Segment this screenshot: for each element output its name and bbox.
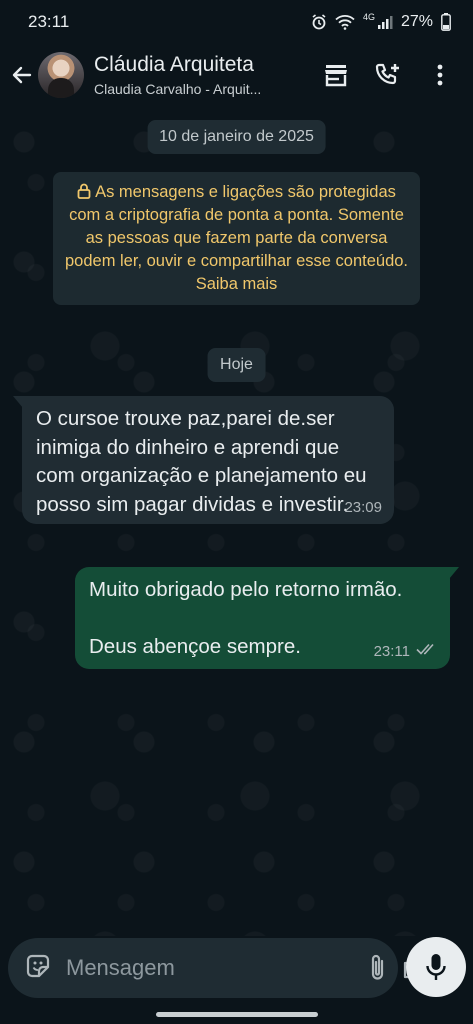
home-indicator[interactable] [156, 1012, 318, 1017]
add-call-button[interactable] [373, 60, 403, 90]
lock-icon [77, 183, 91, 199]
alarm-icon [311, 14, 327, 30]
attach-icon[interactable] [368, 952, 388, 984]
today-separator: Hoje [207, 348, 266, 382]
outgoing-message[interactable]: Muito obrigado pelo retorno irmão. Deus … [75, 567, 459, 669]
store-button[interactable] [321, 60, 351, 90]
encryption-notice[interactable]: As mensagens e ligações são protegidas c… [53, 172, 420, 305]
signal-icon [377, 14, 393, 30]
mic-icon [426, 954, 446, 980]
more-options-button[interactable] [425, 60, 455, 90]
date-separator: 10 de janeiro de 2025 [147, 120, 326, 154]
back-button[interactable] [2, 44, 42, 106]
voice-message-button[interactable] [406, 937, 466, 997]
message-input[interactable] [66, 955, 354, 981]
double-check-icon [416, 642, 438, 661]
battery-icon [441, 13, 451, 31]
contact-name: Cláudia Arquiteta [94, 53, 254, 76]
chat-header: Cláudia Arquiteta Claudia Carvalho - Arq… [0, 44, 473, 106]
contact-avatar[interactable] [38, 52, 84, 98]
status-bar: 23:11 4G 27% [0, 0, 473, 44]
message-time: 23:09 [344, 499, 382, 516]
contact-info[interactable]: Cláudia Arquiteta Claudia Carvalho - Arq… [94, 53, 321, 97]
status-time: 23:11 [28, 12, 70, 31]
network-type-label: 4G [362, 12, 375, 22]
contact-subtitle: Claudia Carvalho - Arquit... [94, 81, 262, 97]
add-call-icon [375, 63, 399, 85]
wifi-icon [335, 14, 355, 30]
store-icon [325, 65, 347, 87]
message-time: 23:11 [373, 642, 410, 660]
chat-area[interactable]: 10 de janeiro de 2025 As mensagens e lig… [0, 106, 473, 936]
more-vert-icon [437, 64, 443, 86]
status-icons: 4G 27% [311, 12, 451, 31]
encryption-notice-text: As mensagens e ligações são protegidas c… [64, 183, 409, 293]
composer-pill[interactable] [8, 938, 429, 998]
sticker-icon[interactable] [24, 952, 52, 985]
back-arrow-icon [12, 66, 32, 84]
message-text: O cursoe trouxe paz,parei de.ser inimiga… [36, 407, 373, 516]
battery-percent: 27% [400, 13, 433, 30]
composer-bar [0, 936, 473, 1024]
incoming-message[interactable]: O cursoe trouxe paz,parei de.ser inimiga… [13, 396, 394, 524]
